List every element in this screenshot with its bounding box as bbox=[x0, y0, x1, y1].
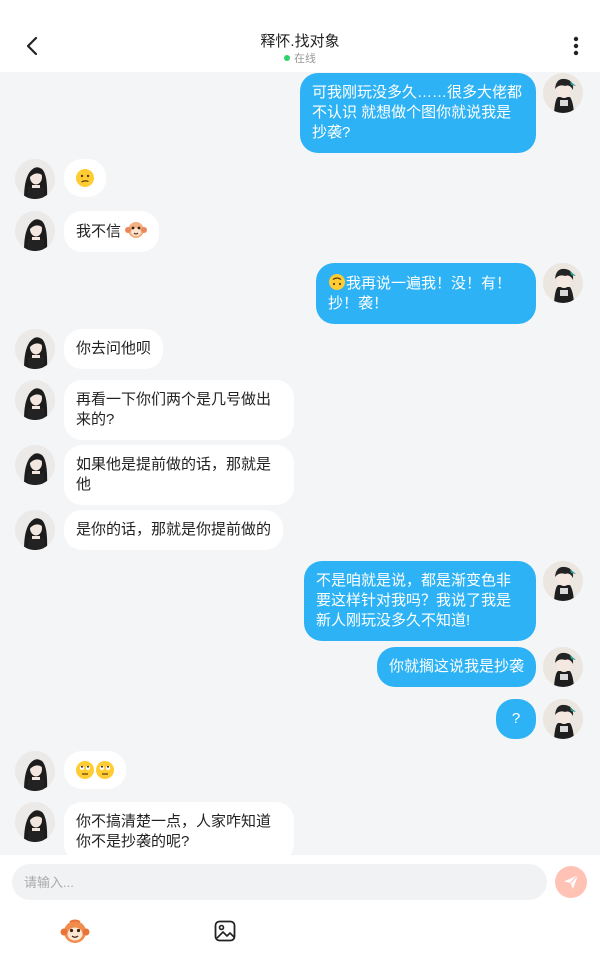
peer-avatar[interactable] bbox=[15, 802, 55, 842]
message-bubble-sent[interactable]: 你就搁这说我是抄袭 bbox=[376, 647, 536, 687]
peer-avatar[interactable] bbox=[15, 510, 55, 550]
message-input[interactable] bbox=[12, 864, 547, 900]
peer-avatar[interactable] bbox=[15, 159, 55, 199]
message-bubble-received[interactable]: 如果他是提前做的话，那就是他 bbox=[64, 445, 294, 505]
message-bubble-sent[interactable]: 我再说一遍我！没！有！抄！袭！ bbox=[316, 263, 536, 324]
message-bubble-received[interactable]: 是你的话，那就是你提前做的 bbox=[64, 510, 284, 550]
message-bubble-received[interactable]: 你去问他呗 bbox=[64, 329, 164, 369]
message-bubble-received[interactable]: 你不搞清楚一点，人家咋知道你不是抄袭的呢? bbox=[64, 802, 294, 862]
message-bubble-received[interactable]: 我不信 bbox=[64, 211, 160, 252]
message-bubble-received[interactable]: 再看一下你们两个是几号做出来的? bbox=[64, 380, 294, 440]
online-status: 在线 bbox=[0, 50, 600, 66]
eye-roll-face-icon bbox=[76, 761, 94, 779]
peer-avatar[interactable] bbox=[15, 445, 55, 485]
message-bubble-received[interactable] bbox=[64, 159, 106, 197]
message-bubble-sent[interactable]: ? bbox=[496, 699, 536, 739]
more-options-button[interactable] bbox=[566, 32, 586, 60]
my-avatar[interactable] bbox=[543, 561, 583, 601]
image-icon bbox=[214, 920, 236, 942]
online-status-text: 在线 bbox=[294, 53, 316, 65]
message-bubble-sent[interactable]: 可我刚玩没多久……很多大佬都不认识 就想做个图你就说我是抄袭? bbox=[300, 73, 536, 153]
send-button[interactable] bbox=[555, 866, 587, 898]
upside-down-face-icon bbox=[329, 274, 345, 290]
sticker-button[interactable] bbox=[59, 915, 91, 947]
message-bubble-sent[interactable]: 不是咱就是说，都是渐变色非要这样针对我吗？我说了我是新人刚玩没多久不知道! bbox=[304, 561, 536, 641]
peer-avatar[interactable] bbox=[15, 211, 55, 251]
my-avatar[interactable] bbox=[543, 73, 583, 113]
chat-header: 释怀.找对象 在线 bbox=[0, 0, 600, 72]
sticker-icon bbox=[60, 919, 90, 943]
message-text: 我再说一遍我！没！有！抄！袭！ bbox=[328, 275, 512, 312]
monkey-face-icon bbox=[125, 222, 148, 238]
online-dot-icon bbox=[284, 55, 290, 61]
eye-roll-face-icon bbox=[96, 761, 114, 779]
peer-avatar[interactable] bbox=[15, 329, 55, 369]
my-avatar[interactable] bbox=[543, 699, 583, 739]
confused-face-icon bbox=[76, 169, 94, 187]
peer-avatar[interactable] bbox=[15, 380, 55, 420]
my-avatar[interactable] bbox=[543, 647, 583, 687]
send-icon bbox=[564, 874, 579, 889]
my-avatar[interactable] bbox=[543, 263, 583, 303]
chat-title: 释怀.找对象 bbox=[260, 33, 340, 50]
image-button[interactable] bbox=[209, 915, 241, 947]
input-bar bbox=[0, 855, 600, 960]
more-vertical-icon bbox=[573, 36, 579, 56]
message-text: 我不信 bbox=[76, 223, 122, 240]
message-bubble-received[interactable] bbox=[64, 751, 126, 789]
peer-avatar[interactable] bbox=[15, 751, 55, 791]
